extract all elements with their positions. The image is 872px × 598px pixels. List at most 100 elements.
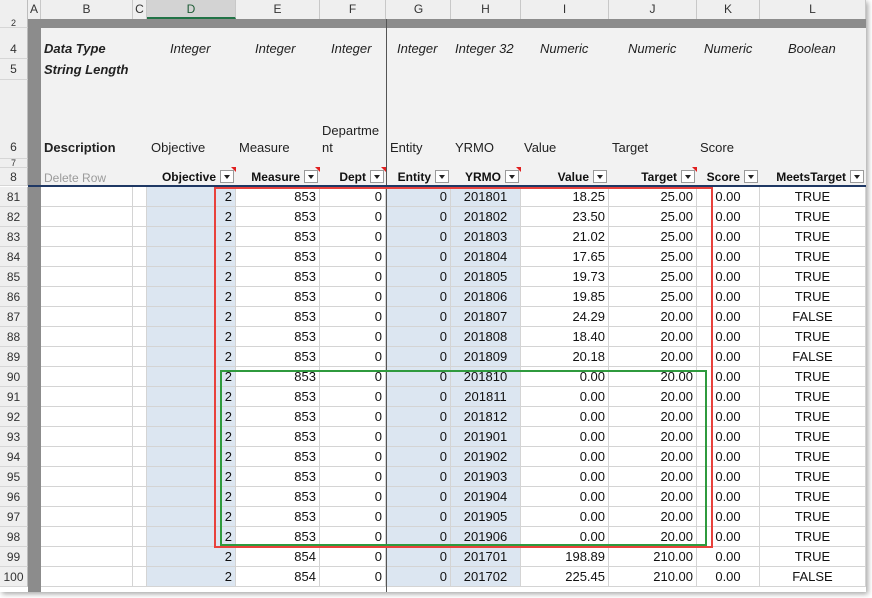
row-header[interactable]: 82 bbox=[0, 207, 28, 227]
cell-empty[interactable] bbox=[41, 267, 133, 287]
cell-meetstarget[interactable]: TRUE bbox=[760, 427, 866, 447]
cell-empty[interactable] bbox=[133, 527, 147, 547]
cell-empty[interactable] bbox=[41, 527, 133, 547]
cell-empty[interactable] bbox=[133, 507, 147, 527]
column-header-f[interactable]: F bbox=[320, 0, 386, 19]
cell-empty[interactable] bbox=[133, 447, 147, 467]
delete-row-link[interactable]: Delete Row bbox=[44, 171, 106, 185]
column-header-e[interactable]: E bbox=[236, 0, 320, 19]
row-header-6[interactable]: 6 bbox=[0, 80, 28, 159]
row-header[interactable]: 85 bbox=[0, 267, 28, 287]
row-header[interactable]: 97 bbox=[0, 507, 28, 527]
column-header-d[interactable]: D bbox=[147, 0, 236, 19]
cell-meetstarget[interactable]: TRUE bbox=[760, 407, 866, 427]
cell-empty[interactable] bbox=[133, 387, 147, 407]
cell-target[interactable]: 210.00 bbox=[609, 567, 697, 587]
cell-measure[interactable]: 854 bbox=[236, 547, 320, 567]
cell-empty[interactable] bbox=[41, 547, 133, 567]
cell-empty[interactable] bbox=[133, 267, 147, 287]
column-header-h[interactable]: H bbox=[451, 0, 521, 19]
row-header-7[interactable]: 7 bbox=[0, 159, 28, 168]
cell-empty[interactable] bbox=[41, 487, 133, 507]
cell-empty[interactable] bbox=[41, 427, 133, 447]
cell-dept[interactable]: 0 bbox=[320, 567, 386, 587]
cell-empty[interactable] bbox=[133, 227, 147, 247]
cell-empty[interactable] bbox=[133, 247, 147, 267]
cell-empty[interactable] bbox=[41, 247, 133, 267]
row-header[interactable]: 95 bbox=[0, 467, 28, 487]
comment-indicator-icon[interactable] bbox=[516, 167, 521, 172]
cell-measure[interactable]: 854 bbox=[236, 567, 320, 587]
cell-yrmo[interactable]: 201701 bbox=[451, 547, 521, 567]
row-header-5[interactable]: 5 bbox=[0, 59, 28, 80]
row-header[interactable]: 94 bbox=[0, 447, 28, 467]
cell-meetstarget[interactable]: TRUE bbox=[760, 487, 866, 507]
column-header-c[interactable]: C bbox=[133, 0, 147, 19]
cell-meetstarget[interactable]: FALSE bbox=[760, 347, 866, 367]
cell-meetstarget[interactable]: TRUE bbox=[760, 507, 866, 527]
cell-meetstarget[interactable]: TRUE bbox=[760, 227, 866, 247]
cell-empty[interactable] bbox=[41, 407, 133, 427]
cell-value[interactable]: 225.45 bbox=[521, 567, 609, 587]
cell-empty[interactable] bbox=[133, 427, 147, 447]
cell-empty[interactable] bbox=[133, 567, 147, 587]
cell-meetstarget[interactable]: TRUE bbox=[760, 367, 866, 387]
cell-empty[interactable] bbox=[133, 327, 147, 347]
cell-score[interactable]: 0.00 bbox=[697, 547, 760, 567]
cell-empty[interactable] bbox=[41, 287, 133, 307]
cell-empty[interactable] bbox=[133, 187, 147, 207]
column-header-i[interactable]: I bbox=[521, 0, 609, 19]
filter-dropdown-icon[interactable] bbox=[850, 170, 864, 183]
cell-dept[interactable]: 0 bbox=[320, 547, 386, 567]
row-header[interactable]: 90 bbox=[0, 367, 28, 387]
row-header[interactable]: 93 bbox=[0, 427, 28, 447]
cell-empty[interactable] bbox=[133, 547, 147, 567]
column-header-a[interactable]: A bbox=[28, 0, 41, 19]
cell-meetstarget[interactable]: TRUE bbox=[760, 447, 866, 467]
cell-empty[interactable] bbox=[41, 347, 133, 367]
comment-indicator-icon[interactable] bbox=[315, 167, 320, 172]
cell-value[interactable]: 198.89 bbox=[521, 547, 609, 567]
cell-meetstarget[interactable]: TRUE bbox=[760, 267, 866, 287]
row-header[interactable]: 99 bbox=[0, 547, 28, 567]
cell-meetstarget[interactable]: TRUE bbox=[760, 187, 866, 207]
comment-indicator-icon[interactable] bbox=[231, 167, 236, 172]
filter-dropdown-icon[interactable] bbox=[435, 170, 449, 183]
select-all-corner[interactable] bbox=[0, 0, 28, 19]
cell-empty[interactable] bbox=[133, 287, 147, 307]
filter-dropdown-icon[interactable] bbox=[593, 170, 607, 183]
cell-empty[interactable] bbox=[41, 187, 133, 207]
cell-meetstarget[interactable]: TRUE bbox=[760, 287, 866, 307]
row-header[interactable]: 100 bbox=[0, 567, 28, 587]
row-header-4[interactable]: 4 bbox=[0, 28, 28, 59]
row-header[interactable]: 84 bbox=[0, 247, 28, 267]
cell-empty[interactable] bbox=[41, 447, 133, 467]
cell-meetstarget[interactable]: FALSE bbox=[760, 307, 866, 327]
cell-meetstarget[interactable]: TRUE bbox=[760, 527, 866, 547]
cell-empty[interactable] bbox=[133, 347, 147, 367]
column-header-g[interactable]: G bbox=[387, 0, 451, 19]
cell-meetstarget[interactable]: TRUE bbox=[760, 207, 866, 227]
cell-empty[interactable] bbox=[41, 367, 133, 387]
cell-meetstarget[interactable]: FALSE bbox=[760, 567, 866, 587]
cell-target[interactable]: 210.00 bbox=[609, 547, 697, 567]
cell-empty[interactable] bbox=[41, 387, 133, 407]
row-header[interactable]: 96 bbox=[0, 487, 28, 507]
row-header[interactable]: 87 bbox=[0, 307, 28, 327]
column-header-j[interactable]: J bbox=[609, 0, 697, 19]
row-header[interactable]: 88 bbox=[0, 327, 28, 347]
cell-empty[interactable] bbox=[41, 227, 133, 247]
cell-yrmo[interactable]: 201702 bbox=[451, 567, 521, 587]
cell-meetstarget[interactable]: TRUE bbox=[760, 327, 866, 347]
cell-empty[interactable] bbox=[133, 487, 147, 507]
cell-empty[interactable] bbox=[41, 307, 133, 327]
cell-empty[interactable] bbox=[41, 327, 133, 347]
filter-dropdown-icon[interactable] bbox=[744, 170, 758, 183]
cell-entity[interactable]: 0 bbox=[387, 567, 451, 587]
cell-meetstarget[interactable]: TRUE bbox=[760, 467, 866, 487]
cell-empty[interactable] bbox=[133, 367, 147, 387]
column-header-b[interactable]: B bbox=[41, 0, 133, 19]
column-header-k[interactable]: K bbox=[697, 0, 760, 19]
cell-meetstarget[interactable]: TRUE bbox=[760, 547, 866, 567]
row-header[interactable]: 91 bbox=[0, 387, 28, 407]
